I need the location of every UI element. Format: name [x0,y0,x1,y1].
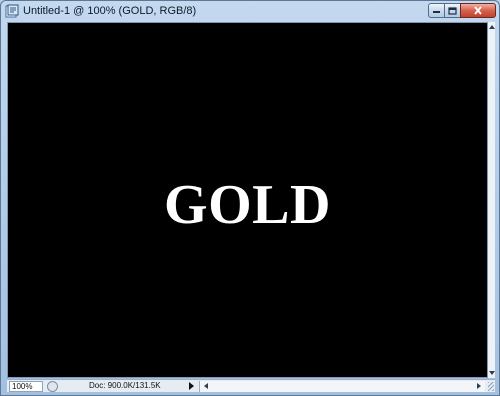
canvas-text-layer: GOLD [164,174,331,236]
triangle-right-icon[interactable] [189,382,194,390]
close-button[interactable] [460,3,496,18]
scroll-left-arrow-icon[interactable] [204,383,208,389]
image-canvas[interactable]: GOLD [7,22,488,378]
maximize-button[interactable] [444,3,461,18]
photoshop-document-icon[interactable] [5,4,19,18]
horizontal-scrollbar[interactable] [199,381,485,392]
minimize-icon [433,11,440,13]
scroll-down-arrow-icon[interactable] [489,371,495,375]
window-title: Untitled-1 @ 100% (GOLD, RGB/8) [23,5,197,17]
title-bar[interactable]: Untitled-1 @ 100% (GOLD, RGB/8) [1,1,499,21]
scroll-up-arrow-icon[interactable] [489,25,495,29]
maximize-icon [448,6,457,15]
resize-grip-icon[interactable] [488,382,494,391]
scroll-right-arrow-icon[interactable] [477,383,481,389]
vertical-scrollbar[interactable] [488,22,495,378]
minimize-button[interactable] [428,3,445,18]
status-info-icon[interactable] [47,381,58,392]
close-icon [474,6,482,15]
document-window: Untitled-1 @ 100% (GOLD, RGB/8) GOLD 100… [0,0,500,396]
status-bar: 100% Doc: 900.0K/131.5K [7,379,495,392]
document-size-info: Doc: 900.0K/131.5K [89,381,161,390]
zoom-level-field[interactable]: 100% [9,381,43,392]
